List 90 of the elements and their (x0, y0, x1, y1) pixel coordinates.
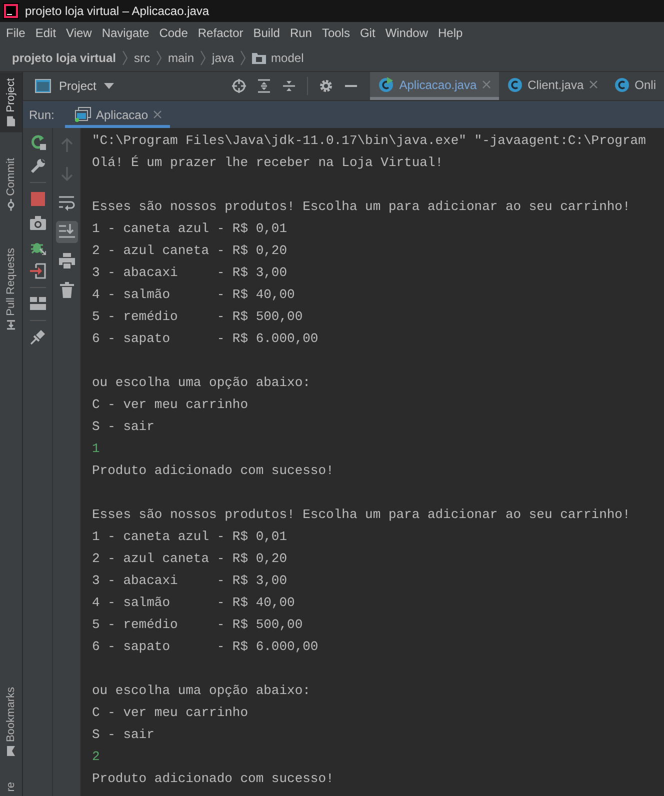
window-icon (35, 79, 51, 93)
console-line: 6 - sapato - R$ 6.000,00 (92, 638, 320, 656)
console-line: 4 - salmão - R$ 40,00 (92, 594, 296, 612)
scroll-to-end-icon (58, 224, 74, 240)
breadcrumb-item[interactable]: model (252, 50, 304, 64)
camera-icon[interactable] (30, 215, 46, 231)
breadcrumb-item[interactable]: main (168, 50, 194, 64)
menu-item[interactable]: Window (385, 26, 428, 40)
menu-item[interactable]: Edit (35, 26, 56, 40)
collapse-all-icon[interactable] (282, 79, 296, 93)
class-run-icon (378, 76, 394, 92)
input-text: 2 (92, 748, 101, 766)
tool-window-tab[interactable]: Project (0, 72, 22, 132)
console-line: "C:\Program Files\Java\jdk-11.0.17\bin\java.exe" "-javaagent:C:\Program (92, 132, 647, 150)
console-line: ou escolha uma opção abaixo: (92, 682, 312, 700)
console-line: 3 - abacaxi - R$ 3,00 (92, 572, 288, 590)
folder-icon (252, 52, 266, 64)
run-tab[interactable]: Aplicacao (65, 101, 170, 128)
settings-icon[interactable] (319, 79, 334, 93)
console-line: Esses são nossos produtos! Escolha um para adicionar ao seu carrinho! (92, 198, 632, 216)
exit-icon[interactable] (30, 263, 46, 279)
menu-item[interactable]: Refactor (198, 26, 244, 40)
console-line: 5 - remédio - R$ 500,00 (92, 616, 304, 634)
class-icon (506, 76, 523, 92)
tool-window-tab[interactable]: re (0, 778, 22, 796)
arrow-down-icon (58, 166, 74, 182)
menu-item[interactable]: Help (438, 26, 463, 40)
tool-window-tab[interactable]: Bookmarks (0, 683, 22, 760)
close-icon[interactable] (588, 80, 598, 89)
menu-item[interactable]: Build (253, 26, 280, 40)
app-logo-icon (3, 3, 19, 19)
class-icon (614, 76, 630, 92)
menu-item[interactable]: Git (360, 26, 376, 40)
console-line: 6 - sapato - R$ 6.000,00 (92, 330, 320, 348)
console-line: 4 - salmão - R$ 40,00 (92, 286, 296, 304)
rerun-icon[interactable] (30, 134, 46, 150)
console-line: C - ver meu carrinho (92, 396, 250, 414)
soft-wrap-icon (58, 195, 74, 211)
tool-window-tab[interactable]: Pull Requests (0, 244, 22, 334)
editor-tab[interactable]: Client.java (498, 72, 606, 100)
console-line: 3 - abacaxi - R$ 3,00 (92, 264, 288, 282)
console-line: ou escolha uma opção abaixo: (92, 374, 312, 392)
console-line: Esses são nossos produtos! Escolha um para adicionar ao seu carrinho! (92, 506, 632, 524)
breadcrumb-item[interactable]: java (212, 50, 234, 64)
console-line: Olá! É um prazer lhe receber na Loja Virtual! (92, 154, 444, 172)
breadcrumb-item[interactable]: src (134, 50, 150, 64)
editor-tab[interactable]: Onli (606, 72, 664, 100)
input-text: 1 (92, 440, 101, 458)
chevron-icon (240, 50, 246, 66)
console-line: S - sair (92, 418, 156, 436)
menu-item[interactable]: Navigate (102, 26, 150, 40)
console-line: Produto adicionado com sucesso! (92, 462, 335, 480)
menu-item[interactable]: View (66, 26, 92, 40)
close-icon[interactable] (153, 110, 162, 119)
wrench-icon[interactable] (30, 158, 46, 174)
console-line: S - sair (92, 726, 156, 744)
pull-request-icon (6, 319, 16, 332)
arrow-up-icon (58, 137, 74, 153)
console-line: Produto adicionado com sucesso! (92, 770, 335, 788)
project-view-selector[interactable]: Project (23, 79, 196, 93)
printer-icon (58, 253, 74, 269)
console-icon (75, 107, 91, 122)
trash-icon (58, 282, 74, 298)
chevron-icon (156, 50, 162, 66)
console-line: 2 - azul caneta - R$ 0,20 (92, 242, 288, 260)
menu-item[interactable]: Code (159, 26, 188, 40)
console-line: 1 - caneta azul - R$ 0,01 (92, 528, 288, 546)
console-line: 2 - azul caneta - R$ 0,20 (92, 550, 288, 568)
menu-item[interactable]: File (6, 26, 26, 40)
crosshair-icon[interactable] (232, 79, 246, 93)
commit-icon (6, 199, 16, 212)
pin-icon[interactable] (30, 329, 46, 345)
run-label: Run: (28, 108, 56, 122)
menu-item[interactable]: Run (290, 26, 312, 40)
folder-icon (6, 115, 16, 128)
breadcrumb-item[interactable]: projeto loja virtual (12, 50, 116, 64)
console-line: 1 - caneta azul - R$ 0,01 (92, 220, 288, 238)
bookmark-icon (6, 745, 16, 758)
chevron-icon (200, 50, 206, 66)
menu-item[interactable]: Tools (322, 26, 350, 40)
layout-icon[interactable] (30, 296, 46, 312)
window-title: projeto loja virtual – Aplicacao.java (25, 4, 210, 18)
expand-all-icon[interactable] (257, 79, 272, 93)
scroll-to-end-button[interactable] (56, 221, 78, 243)
console-line: 5 - remédio - R$ 500,00 (92, 308, 304, 326)
stop-icon[interactable] (30, 191, 46, 207)
console-line: C - ver meu carrinho (92, 704, 250, 722)
caret-icon (104, 83, 114, 89)
chevron-icon (122, 50, 128, 66)
tool-window-tab[interactable]: Commit (0, 154, 22, 214)
